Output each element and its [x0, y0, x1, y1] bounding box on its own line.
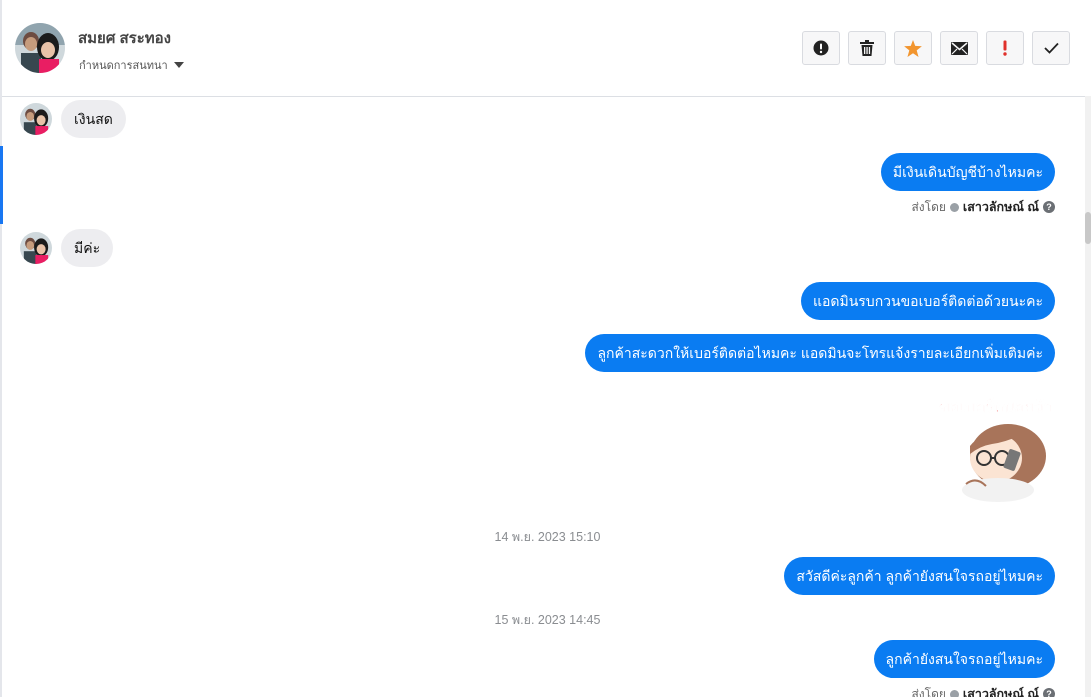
sent-by-label: ส่งโดย [911, 199, 946, 214]
done-button[interactable] [1032, 31, 1070, 65]
contact-avatar[interactable] [20, 232, 52, 264]
star-button[interactable] [894, 31, 932, 65]
conversation-toolbar [802, 31, 1070, 65]
agent-name: เสาวลักษณ์ ณ์ [962, 687, 1039, 697]
mark-unread-button[interactable] [940, 31, 978, 65]
sent-by-info: ส่งโดย เสาวลักษณ์ ณ์ ? [911, 684, 1055, 697]
sticker-text: ขอเบอร์หน่อยจ้า [939, 397, 1052, 416]
exclamation-icon [1003, 40, 1007, 56]
incoming-message: เงินสด [20, 100, 126, 138]
trash-icon [860, 40, 874, 56]
help-icon[interactable]: ? [1043, 688, 1055, 697]
timestamp: 15 พ.ย. 2023 14:45 [494, 613, 601, 627]
conversation-setting-label: กำหนดการสนทนา [79, 60, 168, 72]
important-button[interactable] [986, 31, 1024, 65]
envelope-icon [950, 41, 968, 55]
verified-icon [949, 689, 959, 697]
caret-down-icon [173, 62, 184, 68]
message-bubble[interactable]: มีเงินเดินบัญชีบ้างไหมคะ [880, 153, 1055, 191]
message-bubble[interactable]: เงินสด [61, 100, 126, 138]
agent-name: เสาวลักษณ์ ณ์ [962, 200, 1039, 214]
star-icon [904, 39, 922, 57]
contact-avatar[interactable] [20, 103, 52, 135]
girl-phone-sticker-icon[interactable]: ขอเบอร์หน่อยจ้า [936, 392, 1056, 506]
sent-by-info: ส่งโดย เสาวลักษณ์ ณ์ ? [911, 197, 1055, 217]
conversation-setting-dropdown[interactable]: กำหนดการสนทนา [79, 56, 184, 74]
scrollbar-track[interactable] [1085, 96, 1091, 697]
message-bubble[interactable]: ลูกค้าสะดวกให้เบอร์ติดต่อไหมคะ แอดมินจะโ… [585, 334, 1055, 372]
check-icon [1043, 42, 1059, 54]
timestamp: 14 พ.ย. 2023 15:10 [494, 530, 601, 544]
scrollbar-thumb[interactable] [1085, 212, 1091, 244]
incoming-message: มีค่ะ [20, 229, 114, 267]
report-button[interactable] [802, 31, 840, 65]
left-border [0, 0, 2, 697]
message-bubble[interactable]: สวัสดีค่ะลูกค้า ลูกค้ายังสนใจรถอยู่ไหมคะ [784, 557, 1055, 595]
exclamation-circle-icon [813, 40, 829, 56]
help-icon[interactable]: ? [1043, 201, 1055, 213]
contact-avatar[interactable] [15, 23, 65, 73]
conversation-header: สมยศ สระทอง กำหนดการสนทนา [2, 0, 1091, 97]
delete-button[interactable] [848, 31, 886, 65]
chat-window: สมยศ สระทอง กำหนดการสนทนา เงินสด มีเงินเ… [0, 0, 1091, 697]
message-bubble[interactable]: แอดมินรบกวนขอเบอร์ติดต่อด้วยนะคะ [800, 282, 1055, 320]
active-indicator [0, 146, 3, 224]
verified-icon [949, 202, 959, 212]
contact-name: สมยศ สระทอง [78, 30, 172, 47]
message-bubble[interactable]: มีค่ะ [61, 229, 114, 267]
sent-by-label: ส่งโดย [911, 686, 946, 697]
message-bubble[interactable]: ลูกค้ายังสนใจรถอยู่ไหมคะ [873, 640, 1055, 678]
